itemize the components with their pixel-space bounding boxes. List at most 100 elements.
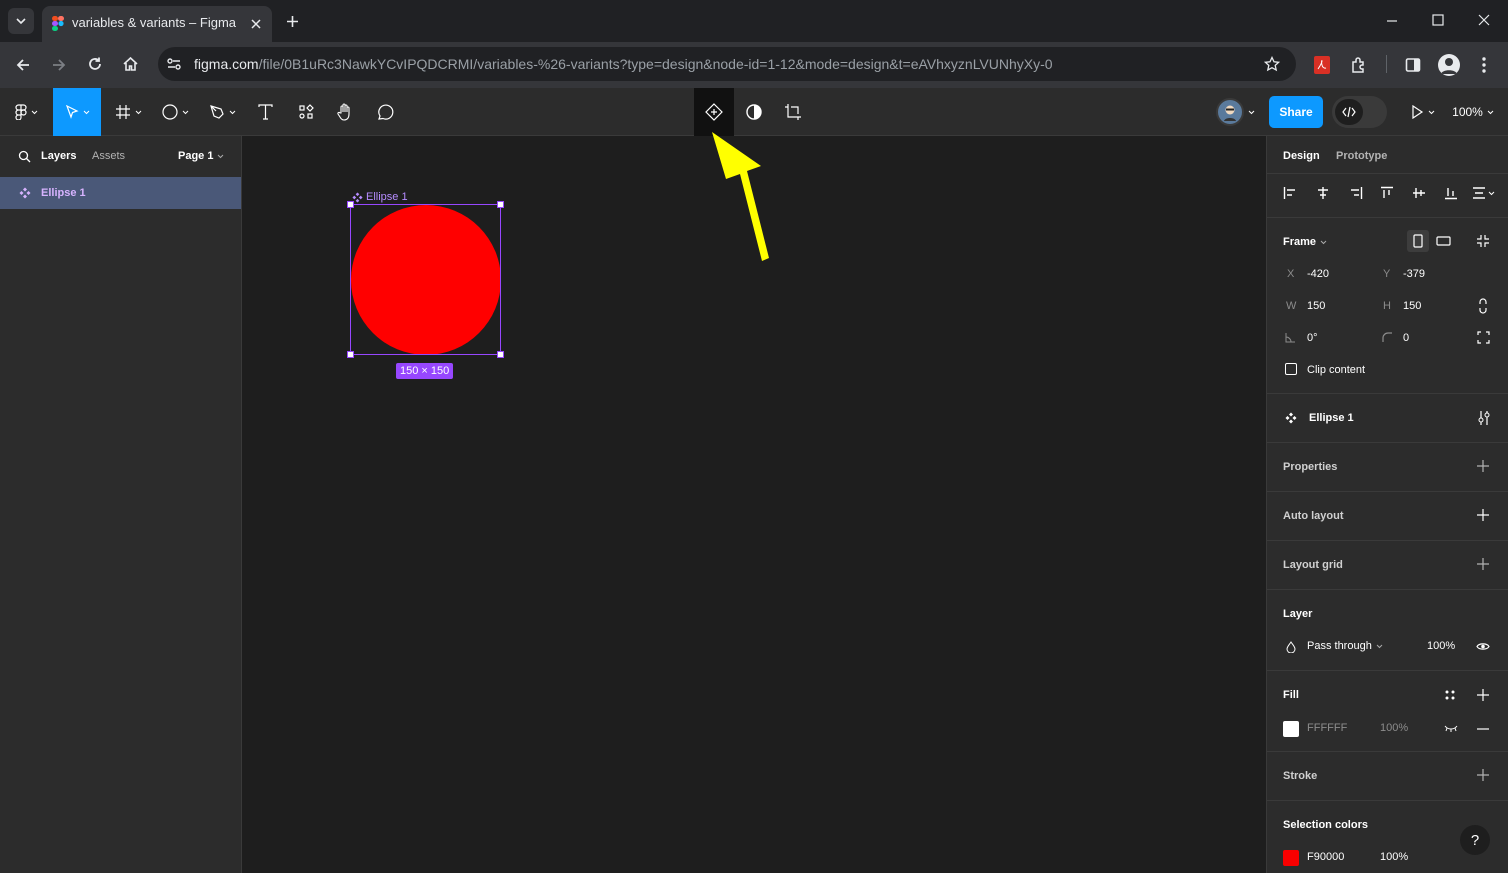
toolbar-divider bbox=[1386, 55, 1387, 73]
more-menu-icon[interactable] bbox=[1481, 56, 1487, 74]
frame-title: Frame bbox=[1283, 236, 1317, 248]
create-component-button[interactable] bbox=[694, 88, 734, 136]
profile-avatar[interactable] bbox=[1438, 54, 1460, 76]
close-tab-icon[interactable] bbox=[250, 18, 262, 30]
resize-handle[interactable] bbox=[497, 201, 504, 208]
align-left-icon[interactable] bbox=[1283, 186, 1297, 200]
tab-search-button[interactable] bbox=[8, 8, 34, 34]
tab-layers[interactable]: Layers bbox=[41, 150, 76, 162]
share-button[interactable]: Share bbox=[1269, 96, 1323, 128]
main-menu-button[interactable] bbox=[6, 88, 46, 136]
play-icon bbox=[1411, 105, 1423, 119]
layer-row[interactable]: Ellipse 1 bbox=[0, 177, 241, 209]
align-horizontal-center-icon[interactable] bbox=[1316, 186, 1330, 200]
close-window-icon[interactable] bbox=[1478, 14, 1490, 26]
selection-color-opacity[interactable]: 100% bbox=[1380, 851, 1408, 863]
tab-design[interactable]: Design bbox=[1283, 150, 1320, 162]
layer-opacity[interactable]: 100% bbox=[1427, 640, 1455, 652]
blend-mode-dropdown[interactable]: Pass through bbox=[1307, 640, 1383, 652]
url-omnibox[interactable]: figma.com/file/0B1uRc3NawkYCvIPQDCRMI/va… bbox=[158, 47, 1296, 81]
component-icon bbox=[1285, 412, 1297, 424]
portrait-button[interactable] bbox=[1407, 230, 1429, 252]
forward-arrow-icon[interactable] bbox=[51, 57, 67, 73]
zoom-menu[interactable]: 100% bbox=[1448, 88, 1498, 136]
home-icon[interactable] bbox=[122, 56, 139, 72]
resources-button[interactable] bbox=[290, 88, 322, 136]
resize-handle[interactable] bbox=[497, 351, 504, 358]
dev-mode-toggle[interactable] bbox=[1332, 96, 1387, 128]
cursor-arrow-icon bbox=[65, 105, 79, 119]
x-input[interactable]: -420 bbox=[1307, 268, 1329, 280]
design-panel: Design Prototype Frame X -420 Y -379 W 1… bbox=[1266, 136, 1508, 873]
minus-icon[interactable] bbox=[1477, 728, 1489, 730]
frame-label[interactable]: Ellipse 1 bbox=[352, 191, 408, 203]
site-info-icon[interactable] bbox=[166, 56, 182, 72]
align-right-icon[interactable] bbox=[1349, 186, 1363, 200]
page-name: Page 1 bbox=[178, 150, 214, 162]
adjust-sliders-icon[interactable] bbox=[1477, 410, 1491, 426]
mask-button[interactable] bbox=[737, 88, 771, 136]
align-top-icon[interactable] bbox=[1380, 186, 1394, 200]
fill-opacity[interactable]: 100% bbox=[1380, 722, 1408, 734]
minimize-icon[interactable] bbox=[1386, 15, 1398, 27]
styles-grid-icon[interactable] bbox=[1445, 690, 1455, 700]
h-input[interactable]: 150 bbox=[1403, 300, 1421, 312]
pdf-extension-icon[interactable] bbox=[1314, 56, 1330, 74]
url-host: figma.com bbox=[194, 56, 259, 72]
move-tool-button[interactable] bbox=[53, 88, 101, 136]
y-input[interactable]: -379 bbox=[1403, 268, 1425, 280]
landscape-icon[interactable] bbox=[1436, 236, 1451, 246]
w-input[interactable]: 150 bbox=[1307, 300, 1325, 312]
shape-tool-button[interactable] bbox=[155, 88, 195, 136]
align-vertical-center-icon[interactable] bbox=[1412, 186, 1426, 200]
hand-tool-button[interactable] bbox=[330, 88, 360, 136]
plus-icon[interactable] bbox=[1477, 769, 1489, 781]
search-icon[interactable] bbox=[18, 150, 31, 163]
back-arrow-icon[interactable] bbox=[15, 57, 31, 73]
radius-input[interactable]: 0 bbox=[1403, 332, 1409, 344]
frame-type-dropdown[interactable]: Frame bbox=[1283, 236, 1327, 248]
crop-icon bbox=[785, 104, 801, 120]
pen-tool-button[interactable] bbox=[202, 88, 242, 136]
new-tab-icon[interactable] bbox=[286, 15, 299, 28]
crop-tool-button[interactable] bbox=[776, 88, 810, 136]
page-selector[interactable]: Page 1 bbox=[178, 150, 224, 162]
plus-icon[interactable] bbox=[1477, 689, 1489, 701]
independent-corners-icon[interactable] bbox=[1477, 331, 1490, 344]
selection-color-swatch[interactable] bbox=[1283, 850, 1299, 866]
eye-icon[interactable] bbox=[1476, 642, 1490, 651]
selection-color-hex[interactable]: F90000 bbox=[1307, 851, 1344, 863]
align-bottom-icon[interactable] bbox=[1444, 186, 1458, 200]
side-panel-icon[interactable] bbox=[1405, 57, 1421, 73]
comment-tool-button[interactable] bbox=[370, 88, 400, 136]
resize-handle[interactable] bbox=[347, 351, 354, 358]
tab-assets[interactable]: Assets bbox=[92, 150, 125, 162]
tab-prototype[interactable]: Prototype bbox=[1336, 150, 1387, 162]
rotation-icon bbox=[1285, 333, 1295, 343]
fill-hex[interactable]: FFFFFF bbox=[1307, 722, 1347, 734]
clip-content-label: Clip content bbox=[1307, 364, 1366, 376]
bookmark-star-icon[interactable] bbox=[1264, 56, 1280, 72]
distribute-menu-icon[interactable] bbox=[1472, 186, 1496, 200]
text-tool-button[interactable] bbox=[250, 88, 280, 136]
present-button[interactable] bbox=[1402, 88, 1442, 136]
canvas[interactable]: Ellipse 1 150 × 150 bbox=[242, 132, 1266, 873]
plus-icon[interactable] bbox=[1477, 509, 1489, 521]
user-avatar-button[interactable] bbox=[1208, 88, 1262, 136]
rotation-input[interactable]: 0° bbox=[1307, 332, 1318, 344]
plus-icon[interactable] bbox=[1477, 558, 1489, 570]
component-section: Ellipse 1 bbox=[1267, 393, 1508, 442]
constrain-proportions-icon[interactable] bbox=[1478, 298, 1488, 314]
resize-handle[interactable] bbox=[347, 201, 354, 208]
resize-to-fit-icon[interactable] bbox=[1476, 234, 1490, 248]
maximize-icon[interactable] bbox=[1432, 14, 1444, 26]
help-button[interactable]: ? bbox=[1460, 825, 1490, 855]
extensions-puzzle-icon[interactable] bbox=[1350, 56, 1368, 74]
browser-tab[interactable]: variables & variants – Figma bbox=[42, 6, 272, 42]
plus-icon[interactable] bbox=[1477, 460, 1489, 472]
frame-tool-button[interactable] bbox=[108, 88, 148, 136]
reload-icon[interactable] bbox=[87, 56, 103, 72]
fill-swatch[interactable] bbox=[1283, 721, 1299, 737]
clip-content-checkbox[interactable] bbox=[1285, 363, 1297, 375]
eye-closed-icon[interactable] bbox=[1444, 725, 1458, 732]
